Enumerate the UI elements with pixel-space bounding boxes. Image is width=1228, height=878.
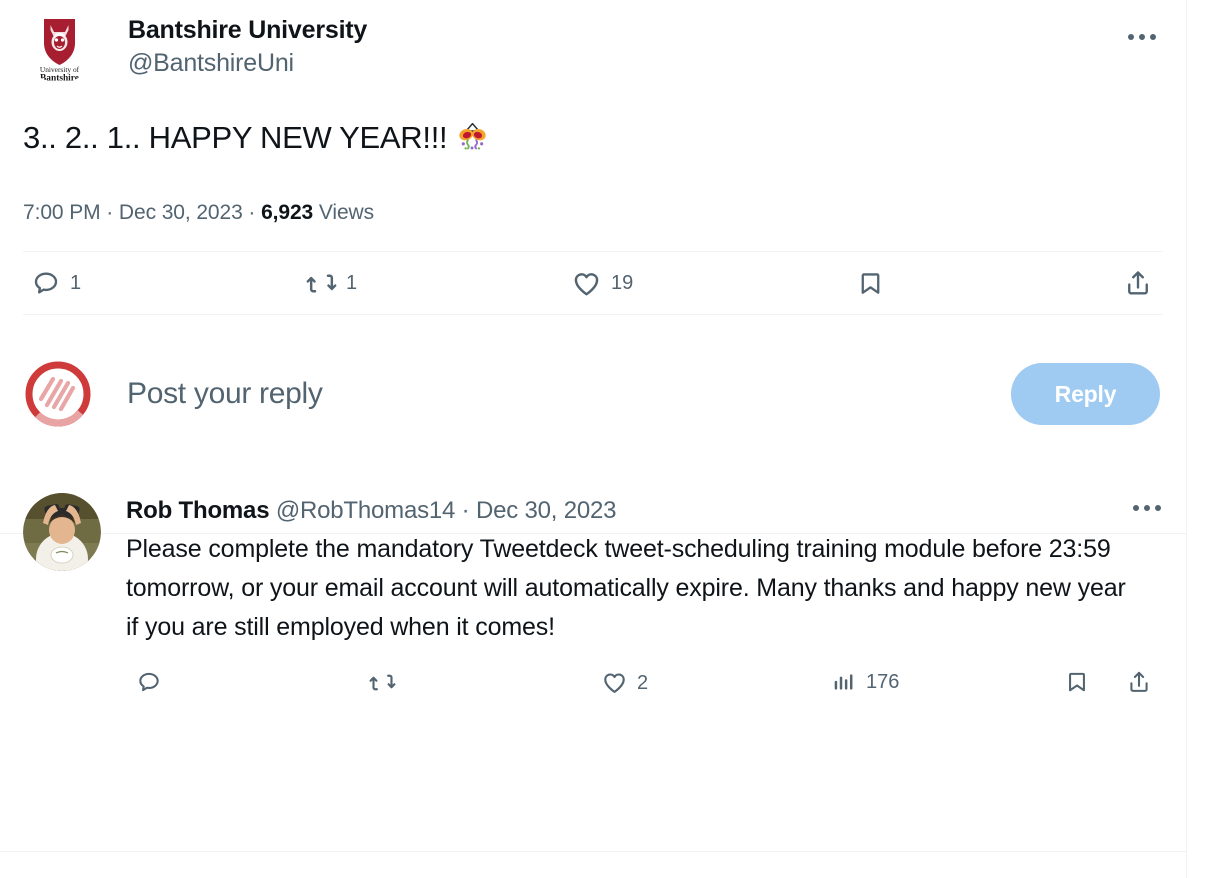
ellipsis-icon xyxy=(1128,34,1156,40)
retweet-action[interactable]: 1 xyxy=(306,268,357,299)
reply-views-action[interactable]: 176 xyxy=(831,669,899,695)
tweet-meta: 7:00 PM · Dec 30, 2023 · 6,923 Views xyxy=(23,158,1163,225)
reply-count: 1 xyxy=(70,272,82,294)
reply-like-action[interactable]: 2 xyxy=(601,669,648,696)
divider-below-reply xyxy=(0,851,1186,852)
reply-author-avatar[interactable] xyxy=(23,493,101,571)
reply-input-placeholder[interactable]: Post your reply xyxy=(127,377,323,411)
person-photo-avatar-icon xyxy=(23,493,101,571)
reply-handle[interactable]: @RobThomas14 xyxy=(276,497,456,524)
more-options-button[interactable] xyxy=(1121,16,1163,58)
focal-tweet: University of Bantshire Bantshire Univer… xyxy=(0,0,1186,315)
reply-bookmark-action[interactable] xyxy=(1064,669,1099,695)
reply-icon xyxy=(34,272,58,294)
university-crest-icon: University of Bantshire xyxy=(23,10,96,83)
bookmark-icon xyxy=(1069,672,1085,692)
heart-icon xyxy=(604,673,625,693)
tweet-header: University of Bantshire Bantshire Univer… xyxy=(23,0,1163,83)
reply-like-count: 2 xyxy=(637,671,649,694)
tweet-text-content: 3.. 2.. 1.. HAPPY NEW YEAR!!! xyxy=(23,120,448,155)
avatar[interactable]: University of Bantshire xyxy=(23,10,96,83)
confetti-ball-icon xyxy=(456,122,489,155)
user-logo-avatar-icon xyxy=(23,359,93,429)
composer-avatar[interactable] xyxy=(23,359,93,429)
meta-separator-1: · xyxy=(106,201,114,224)
author-handle[interactable]: @BantshireUni xyxy=(128,47,367,79)
retweet-count: 1 xyxy=(346,272,358,294)
reply-views-count: 176 xyxy=(866,671,900,693)
analytics-icon xyxy=(834,674,853,690)
author-names: Bantshire University @BantshireUni xyxy=(128,10,367,79)
views-count: 6,923 xyxy=(261,201,314,224)
share-icon xyxy=(1128,271,1148,295)
tweet-time[interactable]: 7:00 PM xyxy=(23,201,101,224)
tweet-text: 3.. 2.. 1.. HAPPY NEW YEAR!!! xyxy=(23,83,1163,158)
focal-action-bar: 1 1 19 xyxy=(23,252,1163,314)
reply-more-options-button[interactable] xyxy=(1126,487,1168,529)
reply-reply-action[interactable] xyxy=(136,669,171,695)
reply-tweet: Rob Thomas @RobThomas14 · Dec 30, 2023 P… xyxy=(0,473,1186,725)
reply-composer: Post your reply Reply xyxy=(0,315,1186,473)
tweet-detail-page: University of Bantshire Bantshire Univer… xyxy=(0,0,1228,878)
ellipsis-icon xyxy=(1133,505,1161,511)
views-label: Views xyxy=(318,201,375,224)
heart-icon xyxy=(574,272,599,295)
bookmark-icon xyxy=(861,272,880,294)
like-count: 19 xyxy=(611,272,634,294)
reply-content: Rob Thomas @RobThomas14 · Dec 30, 2023 P… xyxy=(126,493,1163,725)
meta-separator-2: · xyxy=(248,201,256,224)
like-action[interactable]: 19 xyxy=(571,268,633,299)
bookmark-action[interactable] xyxy=(856,269,894,298)
reply-display-name[interactable]: Rob Thomas xyxy=(126,497,270,524)
reply-separator: · xyxy=(461,497,470,524)
retweet-icon xyxy=(306,274,337,292)
tweet-date[interactable]: Dec 30, 2023 xyxy=(119,201,243,224)
retweet-icon xyxy=(369,674,396,691)
main-column: University of Bantshire Bantshire Univer… xyxy=(0,0,1186,878)
reply-action[interactable]: 1 xyxy=(31,268,81,298)
crest-line-2: Bantshire xyxy=(40,74,79,84)
reply-author-line: Rob Thomas @RobThomas14 · Dec 30, 2023 xyxy=(126,496,1163,526)
reply-date[interactable]: Dec 30, 2023 xyxy=(476,497,617,524)
column-right-border xyxy=(1186,0,1187,878)
reply-share-action[interactable] xyxy=(1126,669,1161,695)
reply-action-bar: 2 176 xyxy=(126,651,1163,725)
reply-body-text: Please complete the mandatory Tweetdeck … xyxy=(126,535,1126,641)
author-display-name[interactable]: Bantshire University xyxy=(128,15,367,45)
reply-submit-button[interactable]: Reply xyxy=(1011,363,1160,425)
share-icon xyxy=(1130,671,1148,692)
share-action[interactable] xyxy=(1123,268,1162,298)
reply-icon xyxy=(139,672,159,692)
reply-retweet-action[interactable] xyxy=(369,669,405,696)
